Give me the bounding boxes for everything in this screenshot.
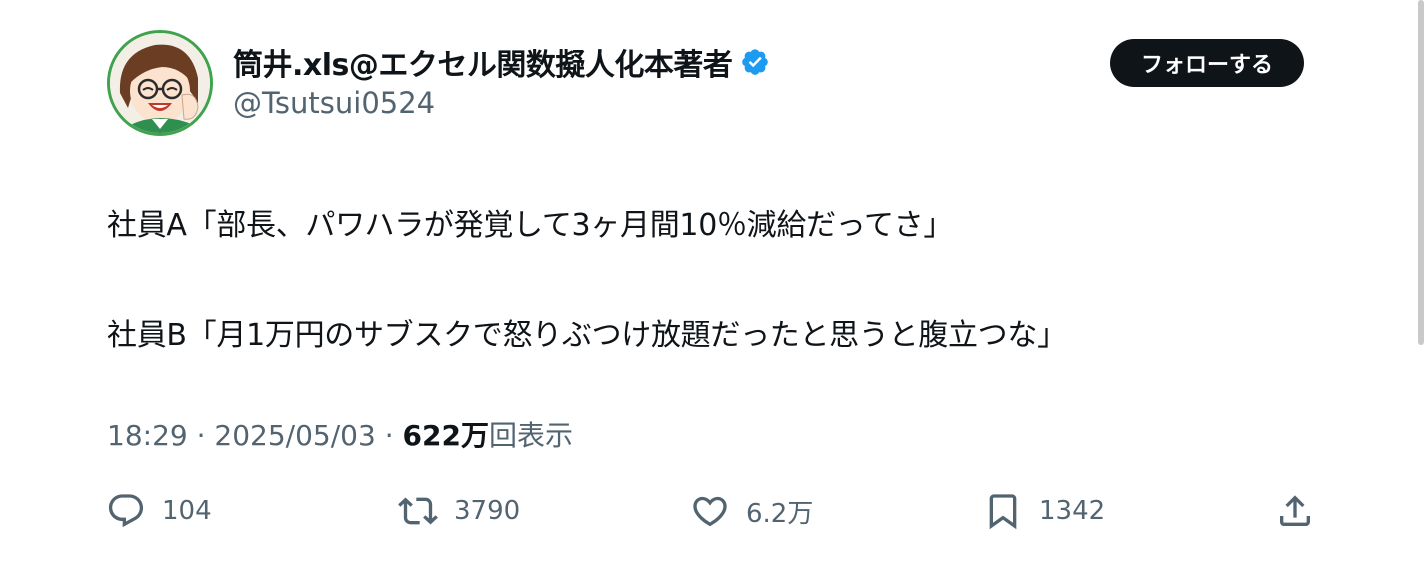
tweet-text-line-1: 社員A「部長、パワハラが発覚して3ヶ月間10％減給だってさ」: [107, 208, 954, 243]
bookmark-count: 1342: [1039, 496, 1106, 526]
bookmark-button[interactable]: 1342: [983, 488, 1105, 534]
reply-count: 104: [162, 496, 212, 526]
tweet-time[interactable]: 18:29: [107, 419, 188, 452]
tweet-date[interactable]: 2025/05/03: [214, 419, 375, 452]
avatar-illustration-icon: [110, 33, 210, 133]
share-icon: [1275, 491, 1315, 531]
reply-icon: [106, 491, 146, 531]
meta-separator: ·: [375, 419, 403, 452]
like-button[interactable]: 6.2万: [690, 488, 813, 534]
author-display-name[interactable]: 筒井.xls@エクセル関数擬人化本著者: [233, 40, 733, 84]
tweet-meta: 18:29 · 2025/05/03 · 622万回表示: [107, 414, 573, 454]
tweet-text-line-2: 社員B「月1万円のサブスクで怒りぶつけ放題だったと思うと腹立つな」: [107, 318, 1067, 353]
retweet-button[interactable]: 3790: [398, 488, 520, 534]
retweet-count: 3790: [454, 496, 521, 526]
share-button[interactable]: [1275, 488, 1315, 534]
views-label: 回表示: [488, 419, 573, 452]
avatar[interactable]: [107, 30, 213, 136]
author-name-row: 筒井.xls@エクセル関数擬人化本著者: [233, 40, 770, 84]
retweet-icon: [398, 491, 438, 531]
views-count: 622万: [402, 419, 489, 452]
meta-separator: ·: [187, 419, 215, 452]
bookmark-icon: [983, 491, 1023, 531]
follow-button[interactable]: フォローする: [1110, 39, 1304, 87]
action-bar: 104 3790 6.2万 1342: [0, 488, 1427, 534]
verified-badge-icon: [740, 47, 770, 77]
author-handle[interactable]: @Tsutsui0524: [233, 86, 435, 120]
like-count: 6.2万: [746, 498, 814, 529]
reply-button[interactable]: 104: [106, 488, 212, 534]
scrollbar[interactable]: [1418, 0, 1424, 345]
heart-icon: [690, 491, 730, 531]
